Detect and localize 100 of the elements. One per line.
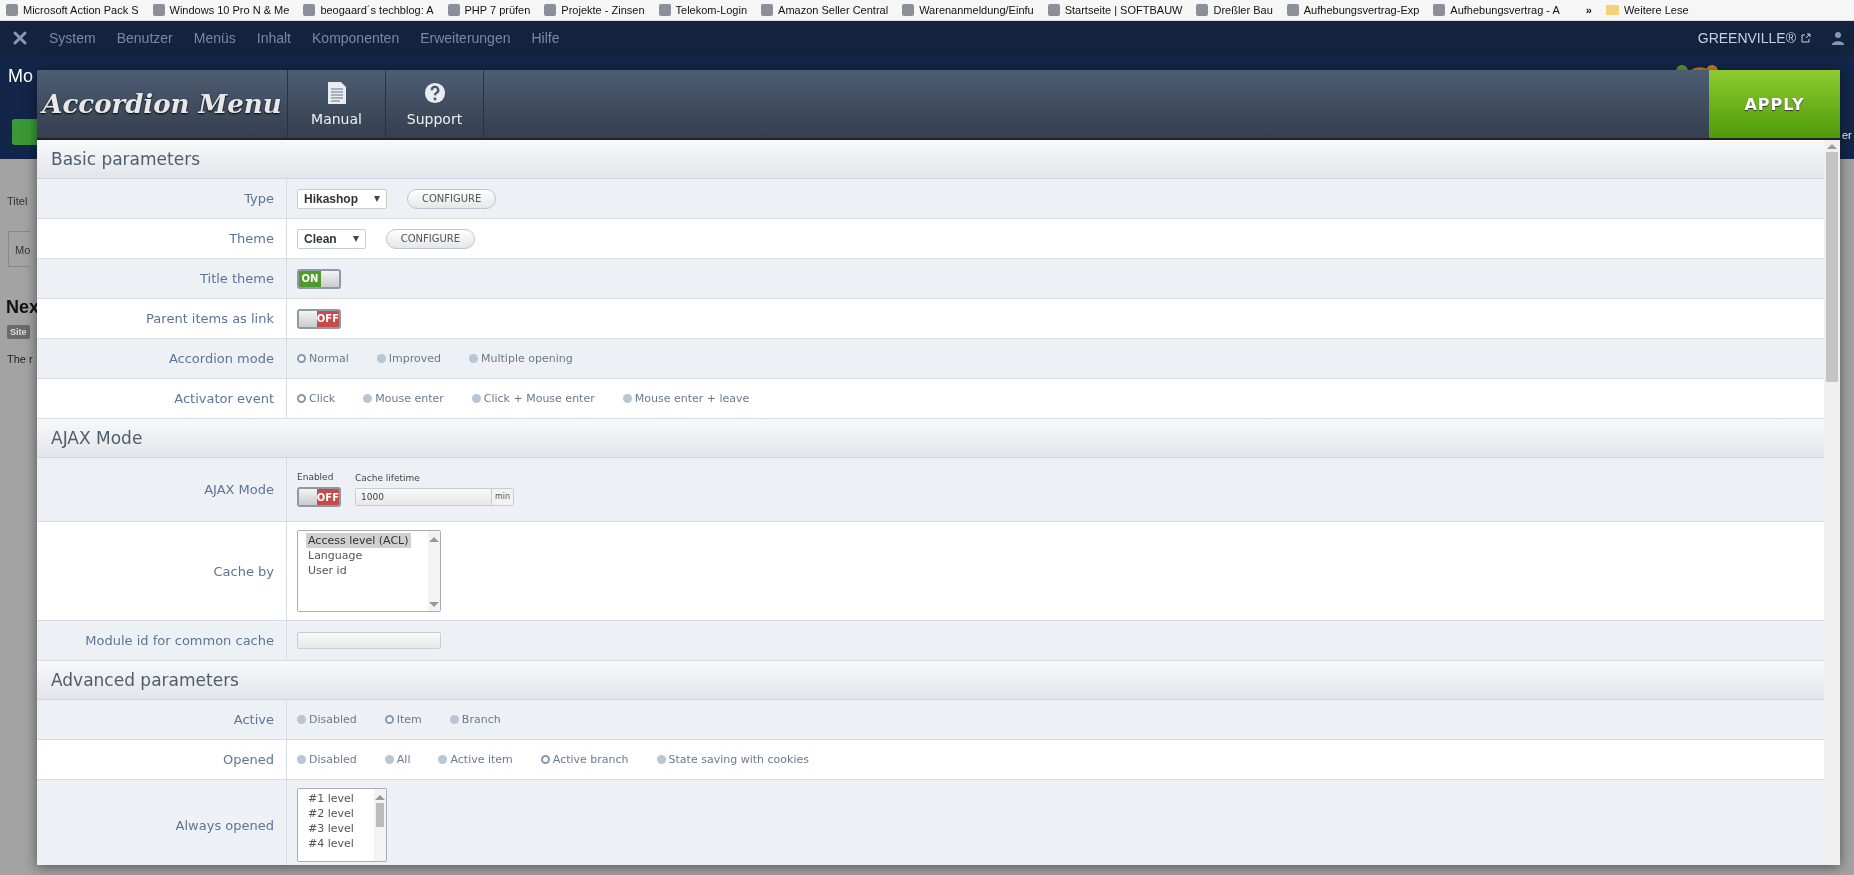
cms-logo-icon[interactable] [12, 30, 28, 46]
bookmark-link[interactable]: Aufhebungsvertrag - A [1450, 4, 1560, 16]
radio-button[interactable] [622, 394, 632, 403]
radio-label[interactable]: Improved [388, 352, 442, 365]
list-scrollbar[interactable] [428, 531, 440, 611]
configure-button[interactable]: CONFIGURE [407, 188, 497, 209]
radio-button[interactable] [438, 755, 448, 764]
scrollbar[interactable] [1824, 140, 1840, 865]
bookmark-link[interactable]: Aufhebungsvertrag-Exp [1303, 4, 1420, 16]
field-label: Opened [223, 752, 274, 767]
bookmark-link[interactable]: Projekte - Zinsen [561, 4, 645, 16]
select-dropdown[interactable]: Hikashop [297, 188, 387, 209]
radio-label[interactable]: Branch [461, 713, 501, 726]
bookmark-link[interactable]: beogaard´s techblog: A [320, 4, 434, 16]
bookmark-link[interactable]: Amazon Seller Central [778, 4, 889, 16]
user-icon[interactable] [1832, 31, 1844, 45]
radio-label[interactable]: Multiple opening [481, 352, 573, 365]
bookmark-icon [1433, 4, 1446, 16]
menu-item[interactable]: Hilfe [531, 30, 560, 46]
toolbar-button[interactable]: Manual [288, 70, 386, 138]
folder-icon [1605, 5, 1619, 15]
bookmark-link[interactable]: Telekom-Login [675, 4, 748, 16]
help-icon [423, 81, 446, 105]
site-link[interactable]: GREENVILLE® [1697, 30, 1796, 46]
radio-button[interactable] [297, 755, 306, 764]
radio-label[interactable]: Item [396, 713, 422, 726]
radio-label[interactable]: Click + Mouse enter [483, 392, 595, 405]
list-option[interactable]: User id [306, 563, 349, 578]
field-caption: Cache lifetime [355, 473, 421, 483]
menu-item[interactable]: System [49, 30, 96, 46]
toggle-switch[interactable]: OFF [297, 487, 341, 507]
bookmark-link[interactable]: Warenanmeldung/Einfu [919, 4, 1034, 16]
radio-button[interactable] [540, 755, 550, 764]
field-label: AJAX Mode [204, 482, 274, 497]
list-option[interactable]: #2 level [306, 806, 356, 821]
bookmark-icon [902, 4, 915, 16]
radio-label[interactable]: Click [309, 392, 336, 405]
toolbar-text: er [1842, 129, 1852, 141]
toolbar-button[interactable]: Support [386, 70, 484, 138]
list-box[interactable]: #1 level #2 level #3 level #4 level [297, 788, 387, 862]
bookmark-icon [447, 4, 460, 16]
document-icon [325, 81, 348, 105]
radio-button[interactable] [471, 394, 481, 403]
tab[interactable]: Mo [8, 231, 30, 267]
field-label: Always opened [175, 817, 274, 833]
bookmark-link[interactable]: PHP 7 prüfen [464, 4, 531, 16]
list-scrollbar[interactable] [374, 789, 386, 861]
list-option[interactable]: Language [306, 548, 365, 563]
bookmark-folder[interactable]: Weitere Lese [1623, 4, 1689, 16]
toggle-switch[interactable]: ON [297, 268, 341, 289]
radio-label[interactable]: Disabled [309, 753, 357, 766]
menu-item[interactable]: Benutzer [116, 30, 173, 46]
list-option[interactable]: #1 level [306, 791, 356, 806]
radio-label[interactable]: State saving with cookies [668, 753, 809, 766]
radio-label[interactable]: Mouse enter + leave [634, 392, 750, 405]
bookmark-icon [1196, 4, 1209, 16]
radio-label[interactable]: Active item [450, 753, 513, 766]
radio-button[interactable] [469, 354, 479, 363]
field-label: Module id for common cache [85, 633, 274, 648]
field-label: Parent items as link [146, 311, 274, 326]
bookmark-link[interactable]: Windows 10 Pro N & Me [169, 4, 290, 16]
input-field[interactable] [297, 632, 441, 649]
list-box[interactable]: Access level (ACL) Language User id [297, 530, 441, 612]
field-label: Accordion mode [168, 351, 274, 366]
radio-label[interactable]: All [396, 753, 411, 766]
bookmark-link[interactable]: Microsoft Action Pack S [23, 4, 139, 16]
bookmark-icon [1286, 4, 1299, 16]
list-option[interactable]: #4 level [306, 836, 356, 851]
bookmark-link[interactable]: Dreßler Bau [1213, 4, 1273, 16]
radio-button[interactable] [297, 354, 306, 363]
radio-button[interactable] [297, 715, 306, 724]
radio-button[interactable] [384, 715, 394, 724]
radio-button[interactable] [384, 755, 394, 764]
page-title: Mo [8, 66, 33, 87]
more-bookmarks[interactable]: » [1585, 4, 1592, 16]
external-link-icon [1801, 33, 1811, 43]
field-label: Titel [7, 195, 28, 207]
radio-label[interactable]: Normal [309, 352, 349, 365]
configure-button[interactable]: CONFIGURE [385, 228, 476, 249]
radio-label[interactable]: Disabled [309, 713, 357, 726]
field-label: Title theme [200, 271, 274, 286]
select-dropdown[interactable]: Clean [297, 228, 366, 249]
radio-label[interactable]: Active branch [552, 753, 629, 766]
bookmark-link[interactable]: Startseite | SOFTBAUW [1064, 4, 1183, 16]
menu-item[interactable]: Inhalt [256, 30, 291, 46]
section-title: Basic parameters [51, 149, 200, 169]
radio-button[interactable] [656, 755, 666, 764]
radio-button[interactable] [376, 354, 386, 363]
radio-label[interactable]: Mouse enter [375, 392, 444, 405]
toggle-switch[interactable]: OFF [297, 308, 341, 329]
bookmark-icon [152, 4, 165, 16]
menu-item[interactable]: Menüs [193, 30, 236, 46]
radio-button[interactable] [297, 394, 306, 403]
list-option[interactable]: Access level (ACL) [306, 533, 411, 548]
radio-button[interactable] [449, 715, 459, 724]
list-option[interactable]: #3 level [306, 821, 356, 836]
menu-item[interactable]: Komponenten [312, 30, 400, 46]
menu-item[interactable]: Erweiterungen [420, 30, 511, 46]
field-label: Type [244, 191, 274, 206]
radio-button[interactable] [363, 394, 373, 403]
